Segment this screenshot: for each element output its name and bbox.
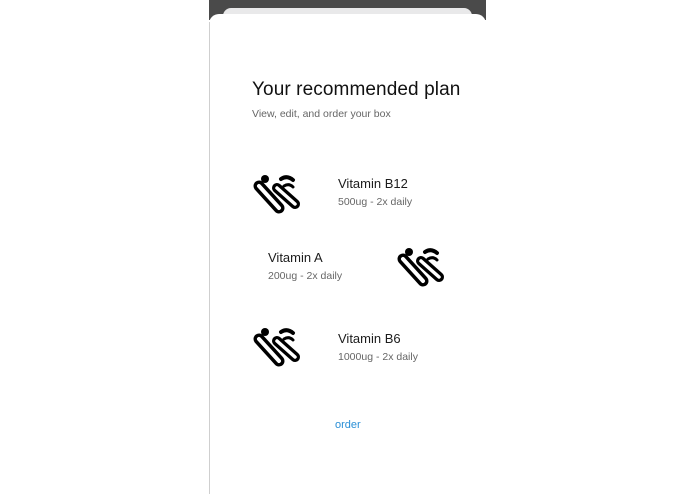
app-screen: Your recommended plan View, edit, and or… [0,0,695,494]
item-name: Vitamin B12 [338,176,408,191]
pill-capsules-icon [253,328,300,367]
order-button[interactable]: order [335,419,361,431]
pill-capsules-icon [397,248,444,287]
page-subtitle: View, edit, and order your box [252,108,391,120]
item-dose: 500ug - 2x daily [338,196,413,208]
page-title: Your recommended plan [252,79,461,100]
sheet-divider [209,22,210,494]
item-dose: 200ug - 2x daily [268,270,343,282]
item-name: Vitamin A [268,250,323,265]
item-dose: 1000ug - 2x daily [338,351,418,363]
pill-capsules-icon [253,175,300,214]
item-name: Vitamin B6 [338,331,401,346]
